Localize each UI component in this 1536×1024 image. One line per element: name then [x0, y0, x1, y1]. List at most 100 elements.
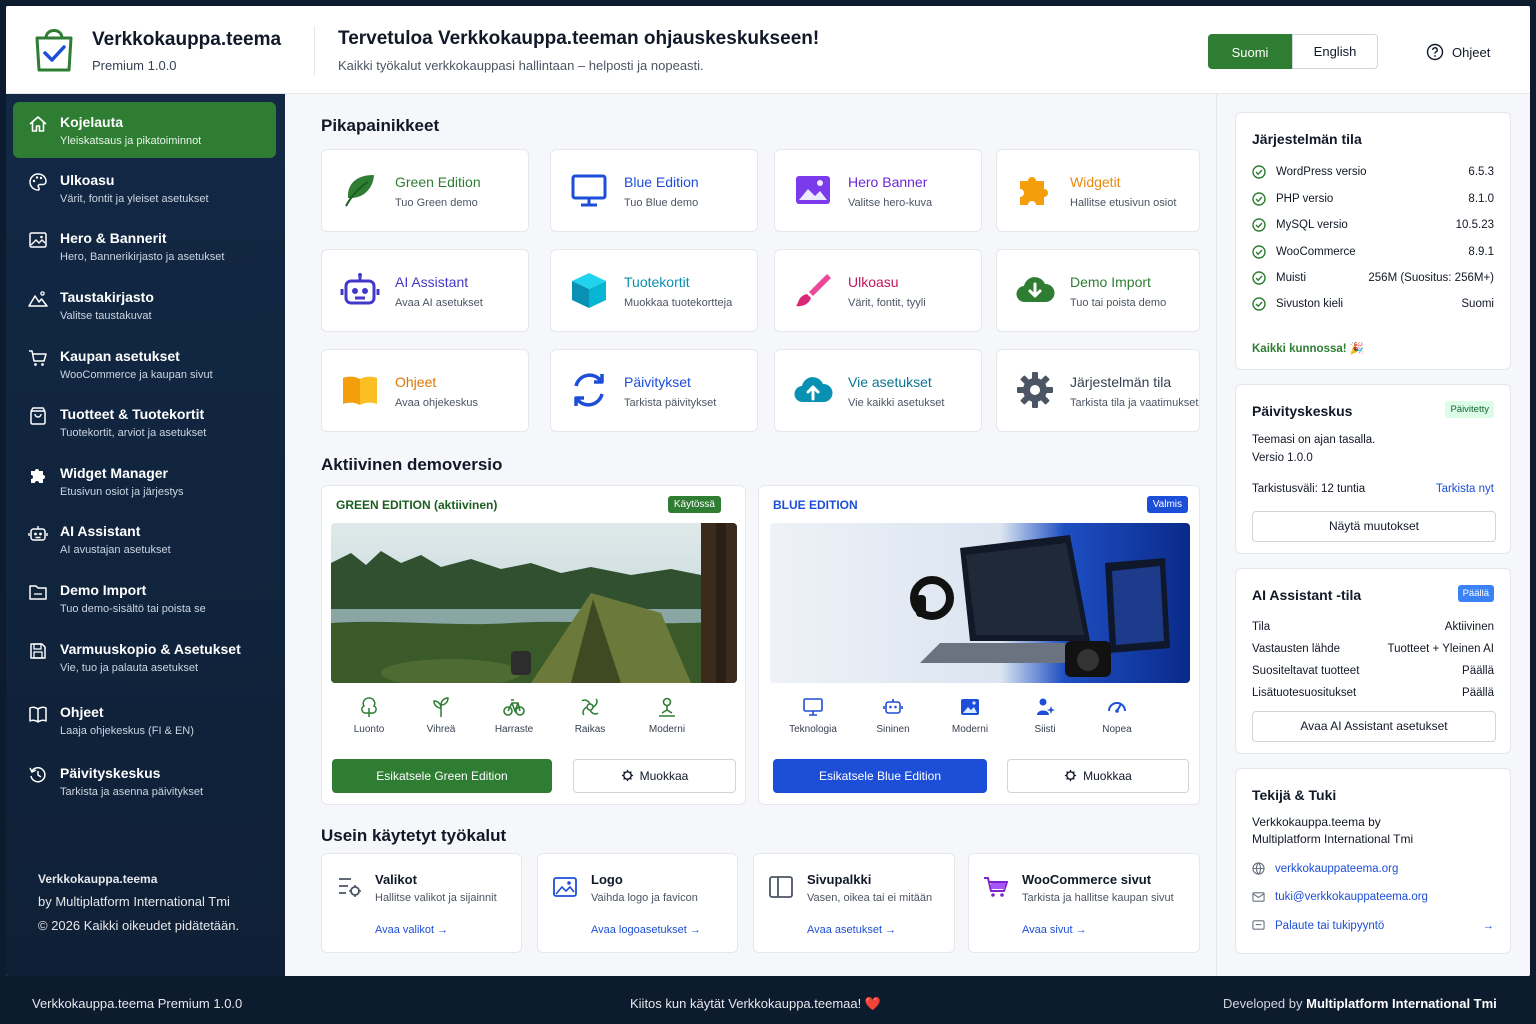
quick-card-jarjestelman-tila[interactable]: Järjestelmän tila Tarkista tila ja vaati…	[996, 349, 1200, 432]
sidebar-item-label: Demo Import	[60, 582, 147, 598]
tool-link-woocommerce[interactable]: Avaa sivut →	[1022, 924, 1087, 936]
tool-link-logo[interactable]: Avaa logoasetukset →	[591, 924, 701, 936]
sidebar-item-sub: Laaja ohjekeskus (FI & EN)	[60, 725, 194, 737]
blue-feature-sininen: Sininen	[858, 696, 928, 735]
quick-card-vie-asetukset[interactable]: Vie asetukset Vie kaikki asetukset	[774, 349, 982, 432]
brand-title: Verkkokauppa.teema	[92, 29, 282, 50]
tool-card-woocommerce[interactable]: WooCommerce sivut Tarkista ja hallitse k…	[968, 853, 1200, 953]
image-icon	[29, 232, 47, 248]
quick-card-paivitykset[interactable]: Päivitykset Tarkista päivitykset	[550, 349, 758, 432]
language-en-button[interactable]: English	[1292, 34, 1378, 69]
quick-card-ohjeet[interactable]: Ohjeet Avaa ohjekeskus	[321, 349, 529, 432]
support-website-link[interactable]: verkkokauppateema.org	[1252, 862, 1494, 875]
sidebar-item-kojelauta[interactable]: Kojelauta Yleiskatsaus ja pikatoiminnot	[13, 102, 276, 158]
cloud-upload-icon	[794, 377, 833, 403]
blue-feature-moderni: Moderni	[935, 696, 1005, 735]
support-feedback-link[interactable]: Palaute tai tukipyyntö →	[1252, 919, 1494, 932]
wind-icon	[581, 698, 599, 716]
sidebar-item-varmuuskopio[interactable]: Varmuuskopio & Asetukset Vie, tuo ja pal…	[13, 629, 276, 685]
system-row-label: PHP versio	[1276, 193, 1334, 205]
preview-green-button[interactable]: Esikatsele Green Edition	[332, 759, 552, 793]
update-icon	[29, 767, 46, 783]
box-icon	[572, 273, 606, 308]
update-center-title: Päivityskeskus	[1252, 403, 1353, 419]
system-row-label: WordPress versio	[1276, 166, 1367, 178]
cart-icon	[29, 350, 47, 366]
ai-row-label: Tila	[1252, 621, 1271, 633]
quick-card-tuotekortit[interactable]: Tuotekortit Muokkaa tuotekortteja	[550, 249, 758, 332]
edit-green-button[interactable]: Muokkaa	[573, 759, 736, 793]
book-icon	[343, 376, 377, 405]
show-changes-button[interactable]: Näytä muutokset	[1252, 511, 1496, 542]
sidebar-item-paivityskeskus[interactable]: Päivityskeskus Tarkista ja asenna päivit…	[13, 753, 276, 809]
help-link[interactable]: Ohjeet	[1426, 43, 1490, 61]
tool-card-logo[interactable]: Logo Vaihda logo ja favicon Avaa logoase…	[537, 853, 738, 953]
blue-feature-nopea: Nopea	[1082, 696, 1152, 735]
open-ai-settings-button[interactable]: Avaa AI Assistant asetukset	[1252, 711, 1496, 742]
system-row-label: Muisti	[1276, 272, 1307, 284]
feature-label: Raikas	[574, 724, 606, 735]
quick-card-sub: Tuo Blue demo	[624, 197, 699, 209]
sidebar-item-sub: Tuo demo-sisältö tai poista se	[60, 603, 206, 615]
support-email-link[interactable]: tuki@verkkokauppateema.org	[1252, 890, 1494, 903]
robot-icon	[28, 526, 48, 541]
system-row-value: Suomi	[1461, 298, 1494, 310]
quick-card-ulkoasu[interactable]: Ulkoasu Värit, fontit, tyyli	[774, 249, 982, 332]
tool-card-valikot[interactable]: Valikot Hallitse valikot ja sijainnit Av…	[321, 853, 522, 953]
preview-blue-button[interactable]: Esikatsele Blue Edition	[773, 759, 987, 793]
quick-card-sub: Värit, fontit, tyyli	[848, 297, 926, 309]
quick-card-hero-banner[interactable]: Hero Banner Valitse hero-kuva	[774, 149, 982, 232]
tool-card-sivupalkki[interactable]: Sivupalkki Vasen, oikea tai ei mitään Av…	[753, 853, 955, 953]
quick-card-demo-import[interactable]: Demo Import Tuo tai poista demo	[996, 249, 1200, 332]
sidebar-item-ai-assistant[interactable]: AI Assistant AI avustajan asetukset	[13, 511, 276, 567]
ai-status-card: AI Assistant -tila Päällä Tila Aktiivinen…	[1235, 568, 1511, 754]
sidebar-item-ulkoasu[interactable]: Ulkoasu Värit, fontit ja yleiset asetuks…	[13, 160, 276, 216]
check-circle-icon	[1252, 297, 1266, 311]
robot-icon	[340, 273, 380, 305]
footer-left: Verkkokauppa.teema Premium 1.0.0	[32, 996, 243, 1011]
brush-icon	[796, 274, 831, 307]
quick-card-title: Hero Banner	[848, 174, 928, 190]
update-interval-row: Tarkistusväli: 12 tuntia Tarkista nyt	[1252, 483, 1494, 495]
system-row: PHP versio 8.1.0	[1252, 192, 1494, 206]
edit-blue-button[interactable]: Muokkaa	[1007, 759, 1189, 793]
check-circle-icon	[1252, 245, 1266, 259]
update-line-text: Teemasi on ajan tasalla.	[1252, 434, 1376, 446]
sidebar-item-sub: Tuotekortit, arviot ja asetukset	[60, 427, 207, 439]
active-demo-title: Aktiivinen demoversio	[321, 455, 503, 474]
tree-icon	[361, 697, 377, 717]
quick-card-widgetit[interactable]: Widgetit Hallitse etusivun osiot	[996, 149, 1200, 232]
home-icon	[29, 116, 47, 132]
sidebar-item-taustakirjasto[interactable]: Taustakirjasto Valitse taustakuvat	[13, 277, 276, 333]
system-row-value: 8.9.1	[1468, 246, 1494, 258]
sidebar: Kojelauta Yleiskatsaus ja pikatoiminnot …	[6, 94, 285, 976]
support-text: Multiplatform International Tmi	[1252, 832, 1414, 846]
demo-blue-title: BLUE EDITION	[773, 498, 858, 512]
sidebar-item-label: Ulkoasu	[60, 172, 115, 188]
tool-title: Valikot	[375, 872, 417, 887]
sidebar-item-tuotteet[interactable]: Tuotteet & Tuotekortit Tuotekortit, arvi…	[13, 394, 276, 450]
sidebar-item-kaupan-asetukset[interactable]: Kaupan asetukset WooCommerce ja kaupan s…	[13, 336, 276, 392]
quick-card-ai-assistant[interactable]: AI Assistant Avaa AI asetukset	[321, 249, 529, 332]
check-now-link[interactable]: Tarkista nyt	[1436, 483, 1494, 495]
sidebar-footer-name: Verkkokauppa.teema	[38, 872, 158, 886]
sidebar-item-widget-manager[interactable]: Widget Manager Etusivun osiot ja järjest…	[13, 453, 276, 509]
quick-card-green-edition[interactable]: Green Edition Tuo Green demo	[321, 149, 529, 232]
feature-label: Harraste	[494, 724, 534, 735]
sidebar-item-hero-bannerit[interactable]: Hero & Bannerit Hero, Bannerikirjasto ja…	[13, 218, 276, 274]
sidebar-item-sub: Valitse taustakuvat	[60, 310, 152, 322]
system-row-label: Sivuston kieli	[1276, 298, 1344, 310]
ai-row-value: Päällä	[1462, 687, 1494, 699]
menu-settings-icon	[339, 878, 361, 897]
quick-card-blue-edition[interactable]: Blue Edition Tuo Blue demo	[550, 149, 758, 232]
sidebar-item-demo-import[interactable]: Demo Import Tuo demo-sisältö tai poista …	[13, 570, 276, 626]
system-row: WordPress versio 6.5.3	[1252, 165, 1494, 179]
tool-link-sivupalkki[interactable]: Avaa asetukset →	[807, 924, 896, 936]
ai-row: Suositeltavat tuotteet Päällä	[1252, 665, 1494, 677]
sidebar-item-label: Kojelauta	[60, 114, 124, 130]
tool-link-valikot[interactable]: Avaa valikot →	[375, 924, 448, 936]
sidebar-item-ohjeet[interactable]: Ohjeet Laaja ohjekeskus (FI & EN)	[13, 692, 276, 748]
quick-card-sub: Tarkista päivitykset	[624, 397, 717, 409]
language-fi-button[interactable]: Suomi	[1208, 34, 1292, 69]
cloud-download-icon	[1016, 277, 1055, 303]
